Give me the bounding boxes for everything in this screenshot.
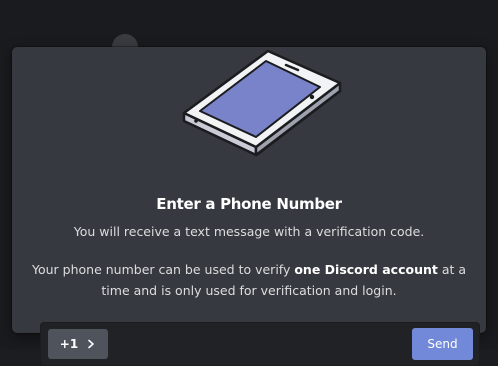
info-text-bold: one Discord account — [294, 262, 438, 277]
info-text-prefix: Your phone number can be used to verify — [32, 262, 295, 277]
modal-subtitle: You will receive a text message with a v… — [73, 224, 425, 239]
phone-illustration-icon — [182, 49, 342, 157]
chevron-right-icon — [88, 339, 95, 349]
modal-info-text: Your phone number can be used to verify … — [32, 259, 466, 301]
phone-input-row: +1 Send — [40, 322, 480, 366]
modal-title: Enter a Phone Number — [156, 195, 342, 213]
phone-number-input[interactable] — [117, 329, 403, 361]
phone-verification-modal: Enter a Phone Number You will receive a … — [12, 47, 486, 366]
send-button[interactable]: Send — [412, 328, 473, 360]
country-code-selector[interactable]: +1 — [48, 329, 108, 359]
